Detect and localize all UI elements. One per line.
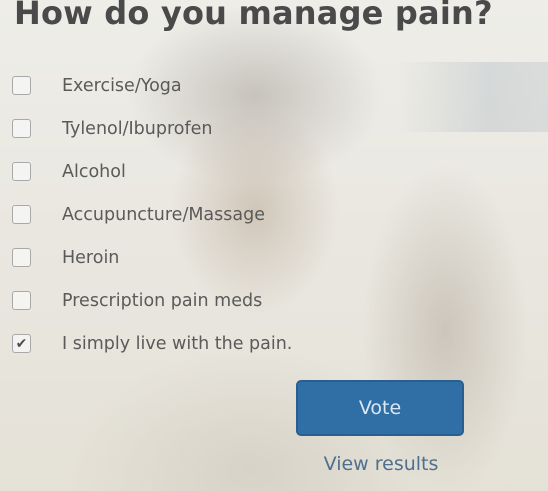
option-label: I simply live with the pain. [62,333,293,354]
option-label: Tylenol/Ibuprofen [62,118,213,139]
checkbox-icon[interactable] [12,205,31,224]
option-label: Prescription pain meds [62,290,263,311]
poll-options: Exercise/Yoga Tylenol/Ibuprofen Alcohol … [0,64,292,365]
option-label: Exercise/Yoga [62,75,182,96]
checkbox-icon[interactable] [12,76,31,95]
poll-question: How do you manage pain? [14,0,493,32]
checkbox-icon[interactable] [12,291,31,310]
poll-option-tylenol-ibuprofen[interactable]: Tylenol/Ibuprofen [0,107,292,150]
poll-option-accupuncture-massage[interactable]: Accupuncture/Massage [0,193,292,236]
checkbox-icon[interactable] [12,162,31,181]
poll-option-heroin[interactable]: Heroin [0,236,292,279]
checkbox-icon[interactable]: ✔ [12,334,31,353]
poll-option-live-with-pain[interactable]: ✔ I simply live with the pain. [0,322,292,365]
checkbox-icon[interactable] [12,119,31,138]
checkbox-icon[interactable] [12,248,31,267]
poll-option-prescription-pain-meds[interactable]: Prescription pain meds [0,279,292,322]
vote-button[interactable]: Vote [296,380,464,436]
poll-option-alcohol[interactable]: Alcohol [0,150,292,193]
view-results-link[interactable]: View results [298,453,464,475]
option-label: Heroin [62,247,120,268]
option-label: Accupuncture/Massage [62,204,265,225]
option-label: Alcohol [62,161,126,182]
poll-widget: How do you manage pain? Exercise/Yoga Ty… [0,0,548,491]
poll-option-exercise-yoga[interactable]: Exercise/Yoga [0,64,292,107]
checkmark-icon: ✔ [15,335,28,352]
